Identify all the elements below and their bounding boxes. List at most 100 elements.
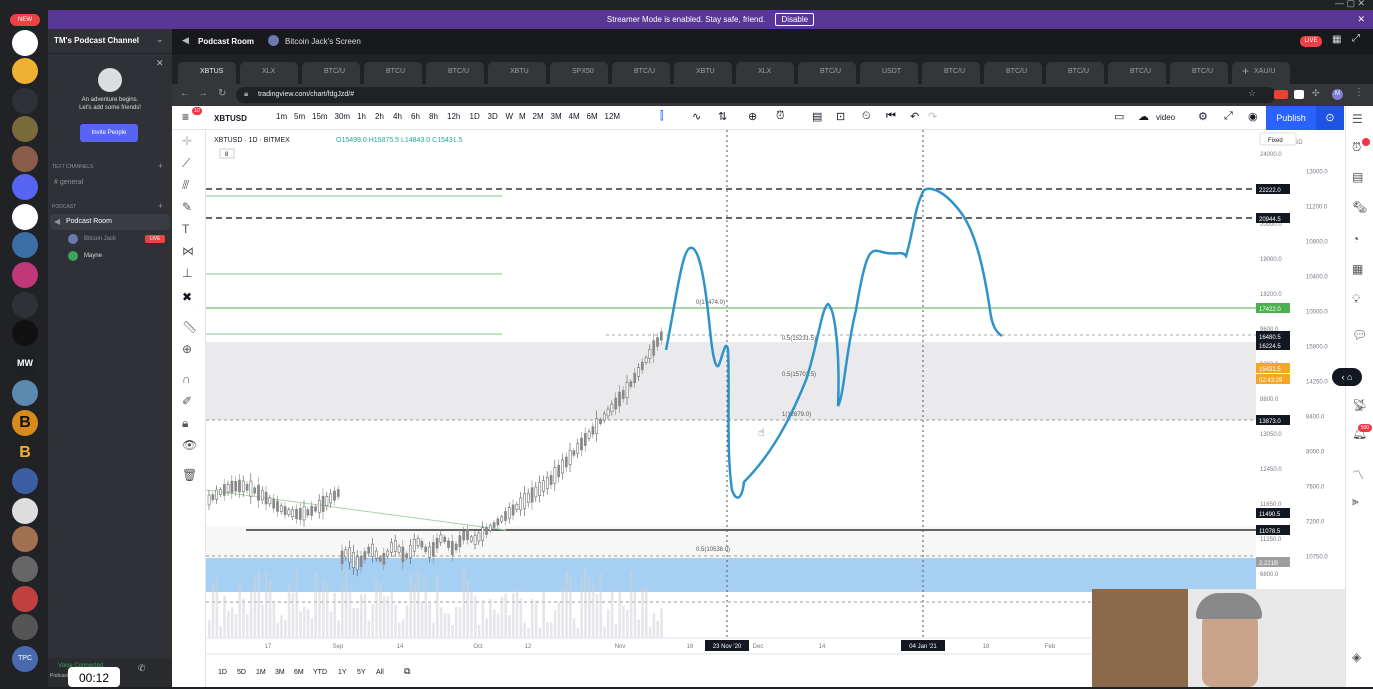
crosshair-icon[interactable]: ✛	[182, 134, 192, 148]
replay-icon[interactable]: ⊡	[836, 110, 845, 123]
new-tab-icon[interactable]: +	[1242, 64, 1249, 78]
news-icon[interactable]: 🗞︎	[1352, 200, 1367, 214]
zoom-icon[interactable]: ⊕	[182, 342, 192, 356]
hotlists-icon[interactable]: ◔	[1352, 232, 1359, 246]
back-icon[interactable]: ←	[180, 88, 190, 99]
eye-icon[interactable]: 👁︎	[182, 438, 197, 452]
goto-date-icon[interactable]: ⧉	[404, 666, 411, 676]
range-button[interactable]: 1D	[218, 669, 227, 676]
templates-icon[interactable]: ▤	[812, 110, 822, 123]
fullscreen-icon[interactable]: ⤢	[1224, 110, 1233, 123]
alerts-icon[interactable]: ⏰︎	[1352, 140, 1361, 155]
timeframe-button[interactable]: 1D	[470, 112, 480, 121]
magnet-icon[interactable]: ∩	[182, 372, 191, 386]
voice-channel-podcast-room[interactable]: ◀ Podcast Room	[50, 214, 170, 230]
server-icon[interactable]	[12, 380, 38, 406]
chat-icon[interactable]: 💬︎	[1352, 328, 1367, 342]
fullscreen-icon[interactable]: ⤢	[1352, 33, 1360, 44]
chat-toggle-button[interactable]: ‹ ⌂	[1332, 368, 1362, 386]
server-icon[interactable]	[12, 232, 38, 258]
avatar[interactable]	[68, 234, 78, 244]
browser-tab[interactable]: BTC/U	[426, 62, 484, 84]
alert-icon[interactable]: ⏰︎	[776, 110, 785, 123]
timeframe-button[interactable]: 4h	[393, 112, 402, 121]
puzzle-icon[interactable]: ✣	[1312, 88, 1320, 99]
bitcoin-server-icon[interactable]: B	[12, 410, 38, 436]
layers-icon[interactable]: ◈	[1352, 650, 1361, 664]
server-icon[interactable]	[12, 320, 38, 346]
browser-tab[interactable]: BTC/U	[1170, 62, 1228, 84]
undo-icon[interactable]: ↶	[910, 110, 919, 123]
timeframe-button[interactable]: 1m	[276, 112, 287, 121]
hamburger-menu-icon[interactable]: ≡	[182, 110, 189, 124]
server-icon[interactable]	[12, 292, 38, 318]
reload-icon[interactable]: ↻	[218, 88, 226, 99]
timeframe-button[interactable]: W	[506, 112, 514, 121]
close-icon[interactable]: ✕	[1357, 10, 1365, 29]
range-button[interactable]: 1M	[256, 669, 266, 676]
avatar[interactable]	[68, 251, 78, 261]
browser-tab[interactable]: XAU/U	[1232, 62, 1290, 84]
podcast-header[interactable]: PODCAST	[52, 204, 76, 210]
timeframe-button[interactable]: 3D	[488, 112, 498, 121]
layout-name[interactable]: video	[1156, 113, 1175, 122]
browser-tab[interactable]: SPX50	[550, 62, 608, 84]
timeframe-button[interactable]: 5m	[294, 112, 305, 121]
voice-user-name[interactable]: Bitcoin Jack	[84, 236, 116, 242]
menu-icon[interactable]: ⋮	[1354, 87, 1364, 98]
data-window-icon[interactable]: ▤	[1352, 170, 1363, 184]
browser-tab[interactable]: BTC/U	[922, 62, 980, 84]
server-icon[interactable]	[12, 556, 38, 582]
timeframe-button[interactable]: 2h	[375, 112, 384, 121]
disable-streamer-button[interactable]: Disable	[775, 13, 815, 26]
server-icon[interactable]	[12, 262, 38, 288]
add-symbol-icon[interactable]: ⊕	[748, 110, 757, 123]
disconnect-icon[interactable]: ✆	[138, 663, 146, 674]
address-field[interactable]: 🔒︎ tradingview.com/chart/fdgJzd/#	[236, 87, 1276, 103]
timeframe-button[interactable]: 4M	[569, 112, 580, 121]
server-icon[interactable]	[12, 116, 38, 142]
ruler-icon[interactable]: 📏︎	[182, 320, 197, 334]
timeframe-button[interactable]: 15m	[312, 112, 328, 121]
browser-tab[interactable]: BTCU	[364, 62, 422, 84]
browser-tab[interactable]: XLX	[736, 62, 794, 84]
range-button[interactable]: 3M	[275, 669, 285, 676]
browser-tab[interactable]: BTC/U	[612, 62, 670, 84]
close-icon[interactable]: ✕	[156, 58, 164, 69]
add-channel-icon[interactable]: +	[158, 161, 163, 171]
timeframe-button[interactable]: 6M	[587, 112, 598, 121]
calendar-icon[interactable]: ▦	[1352, 262, 1363, 276]
text-tool-icon[interactable]: T	[182, 222, 189, 236]
timeframe-button[interactable]: 12h	[447, 112, 460, 121]
redo-icon[interactable]: ↷	[928, 110, 937, 123]
timeframe-button[interactable]: 1h	[357, 112, 366, 121]
stay-drawing-icon[interactable]: ✐	[182, 394, 192, 408]
timeframe-button[interactable]: 3M	[551, 112, 562, 121]
star-icon[interactable]: ☆	[1248, 88, 1256, 99]
brush-icon[interactable]: ✎	[182, 200, 192, 214]
symbol-search[interactable]: XBTUSD	[214, 114, 247, 123]
streams-icon[interactable]: 📡︎	[1352, 398, 1367, 412]
trend-icon[interactable]: 〽︎	[1352, 466, 1364, 483]
bar-style-icon[interactable]: ⫿	[660, 110, 664, 123]
watchlist-icon[interactable]: ☰	[1352, 112, 1363, 126]
chevron-down-icon[interactable]: ⌄	[156, 34, 164, 45]
timeframe-button[interactable]: M	[519, 112, 526, 121]
trash-icon[interactable]: 🗑︎	[182, 468, 197, 482]
layout-icon[interactable]: ▭	[1114, 110, 1124, 123]
window-controls[interactable]: — ▢ ✕	[1335, 0, 1365, 9]
browser-tab[interactable]: USDT	[860, 62, 918, 84]
range-button[interactable]: All	[376, 669, 384, 676]
channel-general[interactable]: # general	[54, 179, 83, 186]
server-icon[interactable]	[12, 58, 38, 84]
server-icon[interactable]	[12, 88, 38, 114]
server-icon[interactable]	[12, 174, 38, 200]
range-button[interactable]: 1Y	[338, 669, 347, 676]
server-icon[interactable]: TPC	[12, 646, 38, 672]
range-button[interactable]: YTD	[313, 669, 327, 676]
server-icon[interactable]	[12, 498, 38, 524]
browser-tab[interactable]: BTC/U	[798, 62, 856, 84]
server-icon[interactable]	[12, 586, 38, 612]
cloud-icon[interactable]: ☁︎	[1138, 110, 1149, 123]
browser-tab[interactable]: BTC/U	[1108, 62, 1166, 84]
